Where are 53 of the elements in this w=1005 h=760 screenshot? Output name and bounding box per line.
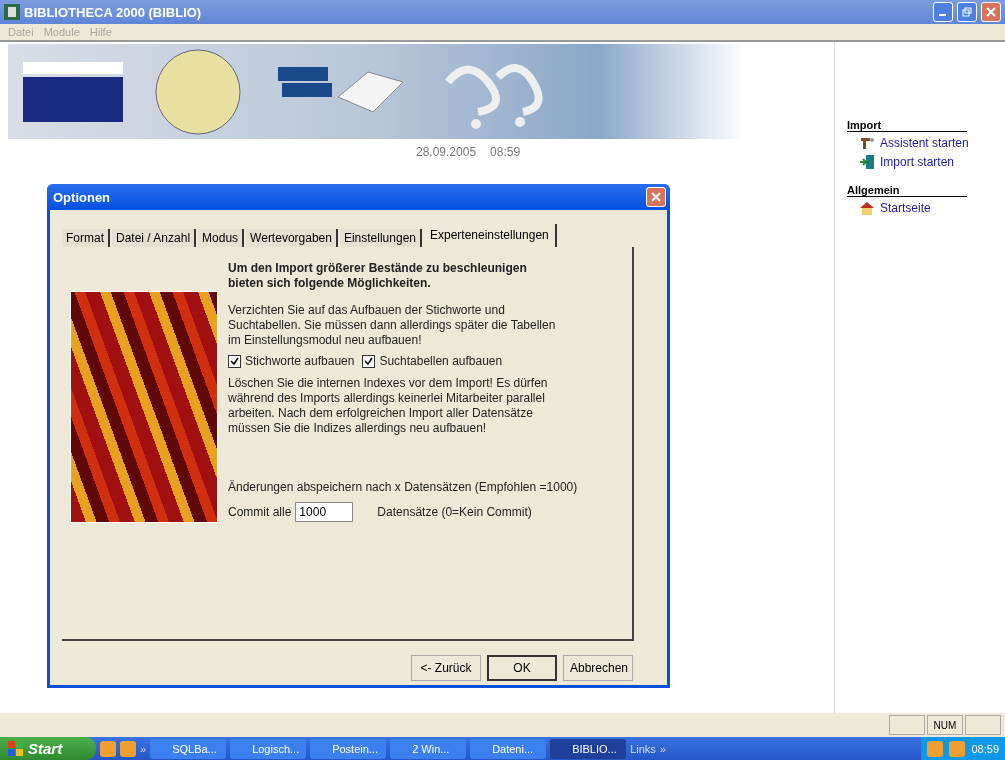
tab[interactable]: Format	[62, 229, 110, 247]
field-suffix: Datensätze (0=Kein Commit)	[377, 505, 532, 519]
door-arrow-icon	[859, 154, 875, 170]
house-icon	[859, 200, 875, 216]
status-cell	[965, 715, 1001, 735]
overflow-chevron[interactable]: »	[140, 742, 147, 755]
taskbar-button[interactable]: Dateni...	[470, 738, 547, 759]
window-title: BIBLIOTHECA 2000 (BIBLIO)	[24, 4, 203, 20]
sidebar-link[interactable]: Import starten	[847, 154, 1005, 170]
tab[interactable]: Datei / Anzahl	[112, 229, 197, 247]
status-indicator: NUM	[927, 715, 963, 735]
checkbox-label: Stichworte aufbauen	[245, 354, 355, 368]
taskbar-button[interactable]: Logisch...	[230, 738, 307, 759]
checkbox[interactable]	[228, 354, 241, 368]
close-button[interactable]	[981, 2, 1001, 22]
overflow-chevron[interactable]: »	[659, 742, 666, 755]
sidebar-link[interactable]: Startseite	[847, 200, 1005, 216]
checkbox-label: Suchtabellen aufbauen	[379, 354, 503, 368]
close-icon	[651, 192, 661, 202]
close-icon	[986, 7, 996, 17]
windows-logo-icon	[8, 740, 24, 757]
date-label: 28.09.2005	[416, 145, 477, 159]
links-toolbar[interactable]: Links	[630, 742, 656, 755]
minimize-button[interactable]	[933, 2, 953, 22]
status-cell	[889, 715, 925, 735]
field-label: Commit alle	[228, 505, 292, 519]
taskbar-button[interactable]: BIBLIO...	[550, 738, 627, 759]
taskbar-button[interactable]: SQLBa...	[150, 738, 227, 759]
dialog-button[interactable]: Abbrechen	[563, 655, 633, 681]
input-field[interactable]: 1000	[295, 502, 354, 522]
tools-icon	[859, 135, 875, 151]
section-title: Import	[847, 119, 967, 132]
restore-button[interactable]	[957, 2, 977, 22]
start-button[interactable]: Start	[0, 737, 96, 760]
tab[interactable]: Einstellungen	[339, 229, 422, 247]
dialog-button[interactable]: OK	[487, 655, 557, 681]
time-label: 08:59	[490, 145, 521, 159]
dialog-button[interactable]: <- Zurück	[411, 655, 481, 681]
tab[interactable]: Modus	[198, 229, 245, 247]
section-title: Allgemein	[847, 184, 967, 197]
checkbox[interactable]	[362, 354, 376, 368]
tab[interactable]: Wertevorgaben	[246, 229, 338, 247]
close-button[interactable]	[646, 187, 666, 207]
paragraph: Verzichten Sie auf das Aufbauen der Stichworte und Suchtabellen. Sie müssen dann allerdings später die Tabellen im Einstellungsmodul neu aufbauen!	[228, 303, 557, 348]
intro-text: Um den Import größerer Bestände zu beschleunigen bieten sich folgende Möglichkeiten.	[228, 261, 528, 291]
taskbar-button[interactable]: Postein...	[310, 738, 387, 759]
dialog-title: Optionen	[53, 189, 111, 205]
clock: 08:59	[971, 742, 999, 755]
taskbar-button[interactable]: 2 Win...	[390, 738, 467, 759]
paragraph: Löschen Sie die internen Indexes vor dem Import! Es dürfen während des Imports allerdings keinerlei Mitarbeiter parallel arbeiten. Nach dem erfolgreichen Import aller Datensätze müssen Sie die Indizes allerdings neu aufbauen!	[228, 376, 549, 436]
restore-icon	[962, 7, 972, 17]
sidebar-link[interactable]: Assistent starten	[847, 135, 1005, 151]
hint-text: Änderungen abspeichern nach x Datensätzen (Empfohlen =1000)	[228, 480, 579, 494]
